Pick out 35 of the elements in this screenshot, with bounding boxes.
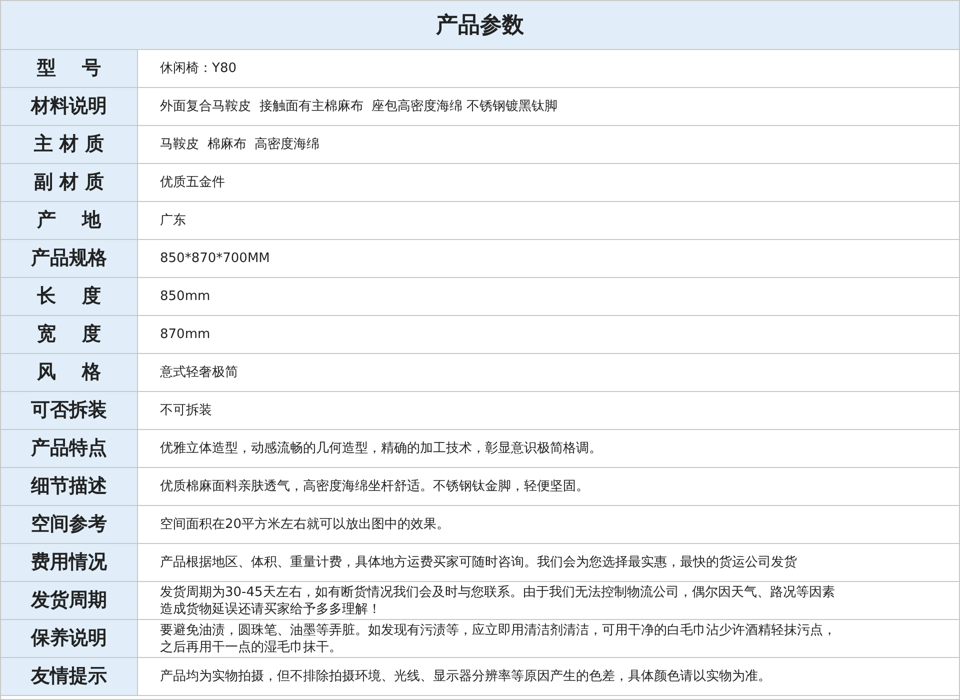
table-cell-text: 广东 [159, 212, 187, 230]
table-cell-text: 意式轻奢极简 [159, 364, 239, 382]
table-cell-text: 产品根据地区、体积、重量计费，具体地方运费买家可随时咨询。我们会为您选择最实惠，最快的货运公司发货 [159, 554, 798, 572]
row-label: 风 格 [1, 354, 138, 391]
table-cell-text: 不可拆装 [159, 402, 213, 420]
row-label: 型 号 [1, 50, 138, 87]
row-label: 费用情况 [1, 544, 138, 581]
table-cell-text: 休闲椅：Y80 [159, 60, 238, 78]
table-cell-text: 空间面积在20平方米左右就可以放出图中的效果。 [159, 516, 451, 534]
row-label: 产品规格 [1, 240, 138, 277]
table-header: 产品参数 [1, 1, 959, 50]
row-label: 副 材 质 [1, 164, 138, 201]
row-label: 主 材 质 [1, 126, 138, 163]
row-label: 细节描述 [1, 468, 138, 505]
table-cell-text: 870mm [159, 326, 212, 344]
table-cell-text: 要避免油渍，圆珠笔、油墨等弄脏。如发现有污渍等，应立即用清洁剂清洁，可用干净的白毛巾沾少许酒精轻抹污点， 之后再用干一点的湿毛巾抹干。 [159, 622, 837, 656]
row-label: 产品特点 [1, 430, 138, 467]
table-cell-text: 优雅立体造型，动感流畅的几何造型，精确的加工技术，彰显意识极简格调。 [159, 440, 603, 458]
table-cell-text: 优质五金件 [159, 174, 226, 192]
table-cell-text: 发货周期为30-45天左右，如有断货情况我们会及时与您联系。由于我们无法控制物流公司，偶尔因天气、路况等因素 造成货物延误还请买家给予多多理解！ [159, 584, 836, 618]
row-label: 宽 度 [1, 316, 138, 353]
row-label: 产 地 [1, 202, 138, 239]
table-cell-text: 850*870*700MM [159, 250, 271, 268]
table-cell-text: 850mm [159, 288, 212, 306]
row-label: 材料说明 [1, 88, 138, 125]
table-cell-text: 产品均为实物拍摄，但不排除拍摄环境、光线、显示器分辨率等原因产生的色差，具体颜色请以实物为准。 [159, 668, 772, 686]
row-label: 发货周期 [1, 582, 138, 619]
row-label: 友情提示 [1, 658, 138, 695]
row-label: 空间参考 [1, 506, 138, 543]
table-cell-text: 外面复合马鞍皮 接触面有主棉麻布 座包高密度海绵 不锈钢镀黑钛脚 [159, 98, 559, 116]
row-label: 保养说明 [1, 620, 138, 657]
row-label: 长 度 [1, 278, 138, 315]
table-cell-text: 优质棉麻面料亲肤透气，高密度海绵坐杆舒适。不锈钢钛金脚，轻便坚固。 [159, 478, 590, 496]
table-cell-text: 马鞍皮 棉麻布 高密度海绵 [159, 136, 321, 154]
row-label: 可否拆装 [1, 392, 138, 429]
